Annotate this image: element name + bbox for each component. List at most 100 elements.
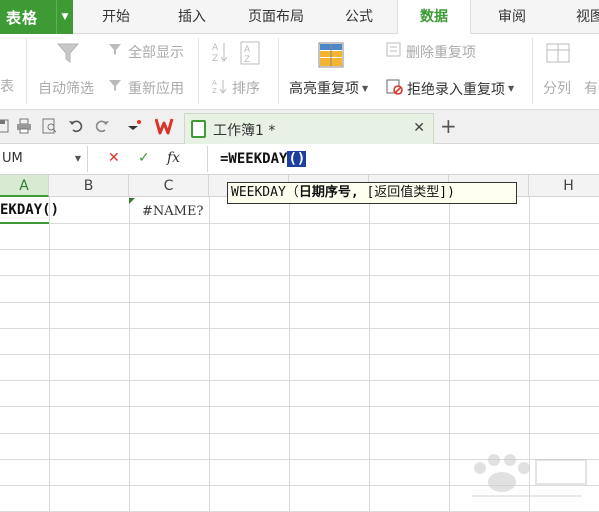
name-box[interactable]: UM ▼ (0, 146, 88, 172)
svg-text:A: A (212, 43, 219, 53)
function-tooltip: WEEKDAY（日期序号, [返回值类型]) (227, 182, 517, 204)
tab-formula[interactable]: 公式 (322, 0, 396, 34)
sort-label: 排序 (232, 81, 260, 97)
app-menu-button[interactable]: 表格 ▼ (0, 0, 73, 34)
tooltip-open-paren: （ (285, 185, 299, 200)
reject-duplicates-button[interactable]: 拒绝录入重复项 ▼ (386, 78, 514, 99)
column-header-a[interactable]: A (0, 175, 49, 197)
show-all-button[interactable]: 全部显示 (108, 42, 184, 62)
sort-icon: AZ (212, 78, 228, 98)
save-icon[interactable] (0, 118, 10, 138)
tab-page-layout[interactable]: 页面布局 (230, 0, 322, 34)
print-icon[interactable] (16, 118, 32, 138)
split-column-label: 分列 (543, 81, 571, 97)
grid-row-line (0, 433, 599, 434)
tab-data[interactable]: 数据 (397, 0, 471, 35)
delete-duplicates-icon (386, 42, 402, 62)
reapply-label: 重新应用 (128, 81, 184, 97)
grid-row-line (0, 354, 599, 355)
formula-selection: () (287, 151, 307, 167)
sort-button[interactable]: AZ 排序 (212, 78, 260, 98)
undo-icon[interactable] (68, 118, 84, 138)
ribbon-divider (532, 38, 533, 104)
formula-input[interactable]: =WEEKDAY() (207, 146, 599, 172)
svg-text:A: A (212, 79, 217, 87)
preview-icon[interactable] (42, 118, 58, 138)
confirm-icon[interactable]: ✓ (138, 150, 150, 166)
baidu-watermark-logo (452, 438, 592, 504)
grid-row-line (0, 302, 599, 303)
split-column-icon (546, 42, 570, 66)
show-all-label: 全部显示 (128, 45, 184, 61)
svg-text:A: A (244, 45, 251, 55)
tab-start[interactable]: 开始 (78, 0, 154, 34)
name-box-value: UM (2, 151, 23, 166)
cell-c1[interactable]: #NAME? (142, 204, 203, 219)
formula-text: =WEEKDAY (220, 151, 288, 167)
highlight-duplicates-label: 高亮重复项 (289, 81, 359, 97)
menu-bar: 表格 ▼ 开始 插入 页面布局 公式 数据 审阅 视图 (0, 0, 599, 35)
ribbon-table-button[interactable]: 表 (0, 76, 14, 96)
reject-duplicates-label: 拒绝录入重复项 (407, 81, 505, 98)
chevron-down-icon: ▼ (362, 83, 369, 93)
cancel-icon[interactable]: ✕ (108, 150, 120, 166)
svg-text:Z: Z (244, 55, 250, 65)
tab-review[interactable]: 审阅 (472, 0, 552, 34)
svg-text:Z: Z (212, 87, 217, 94)
column-header-b[interactable]: B (49, 175, 129, 197)
tooltip-arg-return-type[interactable]: [返回值类型] (366, 185, 447, 200)
formula-bar: UM ▼ ✕ ✓ fx =WEEKDAY() (0, 144, 599, 175)
sort-az-icon[interactable]: AZ (210, 40, 230, 64)
chevron-down-icon[interactable]: ▼ (75, 146, 81, 172)
grid-row-line (0, 380, 599, 381)
tooltip-arg-date[interactable]: 日期序号, (299, 185, 359, 200)
add-tab-icon[interactable]: + (440, 114, 457, 138)
chevron-down-icon[interactable]: ▼ (56, 0, 73, 34)
svg-text:Z: Z (212, 54, 218, 64)
close-icon[interactable]: ✕ (413, 120, 425, 136)
tooltip-close-paren: ) (447, 185, 455, 200)
tab-insert[interactable]: 插入 (154, 0, 230, 34)
ribbon: 表 自动筛选 全部显示 重新应用 AZ AZ AZ 排序 高亮重复项 ▼ 删除重… (0, 34, 599, 110)
grid-row-line (0, 223, 599, 224)
error-indicator[interactable] (129, 198, 135, 204)
insert-function-icon[interactable]: fx (167, 150, 180, 166)
column-header-c[interactable]: C (129, 175, 209, 197)
spreadsheet-file-icon (191, 120, 206, 138)
reject-duplicates-icon (386, 78, 403, 99)
redo-icon[interactable] (94, 118, 110, 138)
wps-logo-icon (154, 116, 177, 140)
more-label: 有 (584, 81, 598, 97)
highlight-duplicates-icon (318, 42, 344, 68)
tab-view[interactable]: 视图 (560, 0, 599, 34)
document-title: 工作簿1 * (213, 123, 276, 139)
chevron-down-icon: ▼ (508, 84, 515, 93)
tooltip-function-name: WEEKDAY (231, 185, 286, 200)
cell-a1[interactable]: EKDAY() (0, 202, 59, 218)
grid-row-line (0, 249, 599, 250)
grid-row-line (0, 275, 599, 276)
more-button[interactable]: 有 (584, 78, 598, 98)
app-title: 表格 (6, 8, 39, 27)
customize-chevron-icon[interactable] (126, 118, 142, 138)
highlight-duplicates-button[interactable]: 高亮重复项 ▼ (289, 78, 368, 98)
quick-access-bar: 工作簿1 * ✕ + (0, 110, 599, 144)
grid-row-line (0, 328, 599, 329)
auto-filter-label: 自动筛选 (38, 81, 94, 97)
active-cell-border (0, 222, 49, 224)
filter-clear-icon (108, 42, 124, 62)
grid-row-line (0, 406, 599, 407)
sort-za-icon[interactable]: AZ (240, 40, 264, 66)
document-tab[interactable]: 工作簿1 * ✕ (184, 113, 434, 144)
delete-duplicates-label: 删除重复项 (406, 45, 476, 61)
ribbon-divider (198, 38, 199, 104)
column-header-h[interactable]: H (529, 175, 599, 197)
filter-reapply-icon (108, 78, 124, 98)
ribbon-table-label: 表 (0, 79, 14, 95)
reapply-button[interactable]: 重新应用 (108, 78, 184, 98)
ribbon-divider (26, 38, 27, 104)
filter-icon (55, 40, 81, 66)
split-column-button[interactable]: 分列 (543, 78, 571, 98)
auto-filter-button[interactable]: 自动筛选 (38, 78, 94, 98)
delete-duplicates-button[interactable]: 删除重复项 (386, 42, 476, 62)
